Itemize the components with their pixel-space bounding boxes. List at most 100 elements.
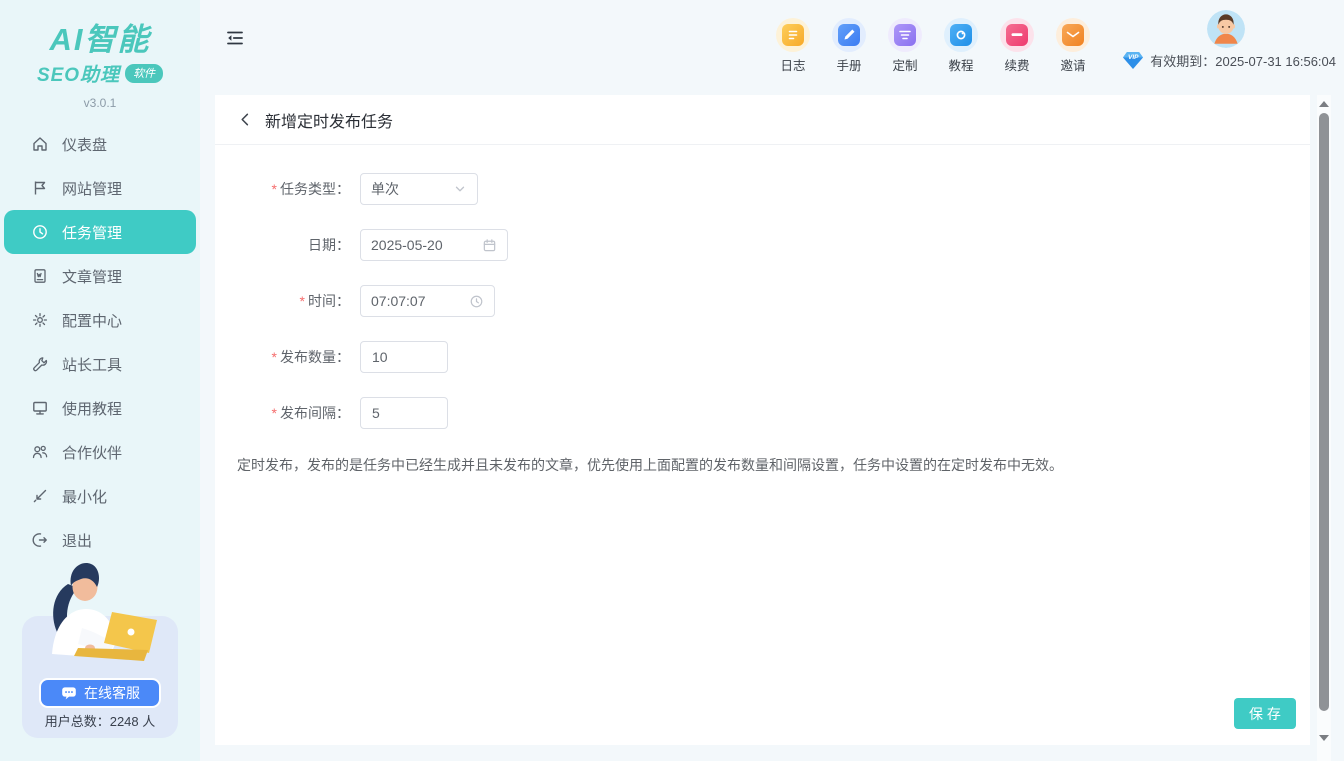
vip-status: VIP 有效期到：2025-07-31 16:56:04: [1122, 51, 1336, 70]
form-row-date: 日期： 2025-05-20: [215, 229, 1310, 261]
sidebar-item-label: 合作伙伴: [62, 442, 122, 463]
minimize-icon: [31, 487, 49, 505]
sidebar-collapse-icon[interactable]: [225, 28, 245, 48]
online-service-label: 在线客服: [84, 683, 140, 703]
sidebar-item-label: 配置中心: [62, 310, 122, 331]
clock-icon: [31, 223, 49, 241]
sidebar-item-minimize[interactable]: 最小化: [0, 474, 200, 518]
quick-link-label: 手册: [836, 55, 861, 74]
user-total-count: 用户总数：2248 人: [22, 711, 178, 730]
sidebar-item-tasks[interactable]: 任务管理: [4, 210, 196, 254]
online-service-button[interactable]: 在线客服: [39, 678, 161, 708]
publish-interval-label: *发布间隔：: [215, 403, 350, 423]
sidebar-item-label: 仪表盘: [62, 134, 107, 155]
time-picker[interactable]: 07:07:07: [360, 285, 495, 317]
task-form: *任务类型： 单次 日期： 2025-05-20 *时间：: [215, 145, 1310, 429]
quick-link-logs[interactable]: 日志: [769, 18, 817, 74]
page-header: 新增定时发布任务: [215, 95, 1310, 145]
topbar-quick-links: 日志 手册 定制 教程 续费 邀请: [769, 18, 1097, 74]
required-marker: *: [300, 293, 305, 309]
sidebar: AI智能 SEO助理 软件 v3.0.1 仪表盘 网站管理 任务管理 文章管: [0, 0, 200, 761]
quick-link-tutorial[interactable]: 教程: [937, 18, 985, 74]
date-picker[interactable]: 2025-05-20: [360, 229, 508, 261]
document-icon: [31, 267, 49, 285]
sidebar-item-label: 站长工具: [62, 354, 122, 375]
vip-expiry-text: 有效期到：2025-07-31 16:56:04: [1150, 51, 1336, 70]
sidebar-item-label: 网站管理: [62, 178, 122, 199]
quick-link-renew[interactable]: 续费: [993, 18, 1041, 74]
avatar-image: [1207, 10, 1245, 48]
publish-count-label: *发布数量：: [215, 347, 350, 367]
save-button[interactable]: 保 存: [1234, 698, 1296, 729]
content-card: 新增定时发布任务 *任务类型： 单次 日期： 2025-05-20: [215, 95, 1310, 745]
vip-badge-icon: VIP: [1122, 51, 1144, 70]
form-row-publish-interval: *发布间隔：: [215, 397, 1310, 429]
invite-icon: [1062, 24, 1084, 46]
quick-link-label: 日志: [780, 55, 805, 74]
user-avatar[interactable]: [1207, 10, 1245, 48]
quick-link-invite[interactable]: 邀请: [1049, 18, 1097, 74]
sidebar-item-articles[interactable]: 文章管理: [0, 254, 200, 298]
sidebar-item-tutorials[interactable]: 使用教程: [0, 386, 200, 430]
sidebar-item-partners[interactable]: 合作伙伴: [0, 430, 200, 474]
flag-icon: [31, 179, 49, 197]
wrench-icon: [31, 355, 49, 373]
vertical-scrollbar: [1317, 95, 1331, 761]
tutorial-icon: [950, 24, 972, 46]
calendar-icon: [482, 238, 497, 253]
quick-link-label: 定制: [892, 55, 917, 74]
scrollbar-thumb[interactable]: [1319, 113, 1329, 711]
time-label: *时间：: [215, 291, 350, 311]
sidebar-item-config[interactable]: 配置中心: [0, 298, 200, 342]
required-marker: *: [272, 349, 277, 365]
task-type-select[interactable]: 单次: [360, 173, 478, 205]
quick-link-label: 教程: [948, 55, 973, 74]
customer-service-card: 在线客服 用户总数：2248 人: [22, 616, 178, 738]
form-row-time: *时间： 07:07:07: [215, 285, 1310, 317]
quick-link-label: 续费: [1004, 55, 1029, 74]
form-hint-text: 定时发布，发布的是任务中已经生成并且未发布的文章，优先使用上面配置的发布数量和间…: [237, 455, 1310, 475]
form-row-publish-count: *发布数量：: [215, 341, 1310, 373]
required-marker: *: [272, 181, 277, 197]
quick-link-label: 邀请: [1060, 55, 1085, 74]
date-label: 日期：: [215, 235, 350, 255]
home-icon: [31, 135, 49, 153]
manual-icon: [838, 24, 860, 46]
logo-badge: 软件: [125, 64, 163, 83]
task-type-label: *任务类型：: [215, 179, 350, 199]
customize-icon: [894, 24, 916, 46]
sidebar-nav: 仪表盘 网站管理 任务管理 文章管理 配置中心 站长工具: [0, 122, 200, 562]
clock-small-icon: [469, 294, 484, 309]
partners-icon: [31, 443, 49, 461]
back-icon[interactable]: [237, 111, 254, 128]
time-value: 07:07:07: [371, 293, 426, 309]
sidebar-item-dashboard[interactable]: 仪表盘: [0, 122, 200, 166]
publish-count-input[interactable]: [360, 341, 448, 373]
app-version: v3.0.1: [0, 96, 200, 110]
sidebar-item-label: 文章管理: [62, 266, 122, 287]
chevron-down-icon: [453, 182, 467, 196]
monitor-icon: [31, 399, 49, 417]
chat-icon: [60, 685, 78, 701]
quick-link-customize[interactable]: 定制: [881, 18, 929, 74]
sidebar-item-label: 退出: [62, 530, 92, 551]
logo-title: AI智能: [0, 14, 200, 59]
main-area: 日志 手册 定制 教程 续费 邀请: [200, 0, 1344, 761]
sidebar-item-label: 使用教程: [62, 398, 122, 419]
scrollbar-up-arrow[interactable]: [1319, 101, 1329, 107]
sidebar-item-webmaster-tools[interactable]: 站长工具: [0, 342, 200, 386]
publish-interval-input[interactable]: [360, 397, 448, 429]
required-marker: *: [272, 405, 277, 421]
gear-icon: [31, 311, 49, 329]
sidebar-item-websites[interactable]: 网站管理: [0, 166, 200, 210]
sidebar-item-label: 任务管理: [62, 222, 122, 243]
form-row-task-type: *任务类型： 单次: [215, 173, 1310, 205]
support-agent-illustration: [24, 556, 174, 691]
renew-icon: [1006, 24, 1028, 46]
task-type-value: 单次: [371, 179, 399, 199]
scrollbar-down-arrow[interactable]: [1319, 735, 1329, 741]
logout-icon: [31, 531, 49, 549]
page-title: 新增定时发布任务: [265, 108, 393, 132]
quick-link-manual[interactable]: 手册: [825, 18, 873, 74]
app-window: AI智能 SEO助理 软件 v3.0.1 仪表盘 网站管理 任务管理 文章管: [0, 0, 1344, 761]
